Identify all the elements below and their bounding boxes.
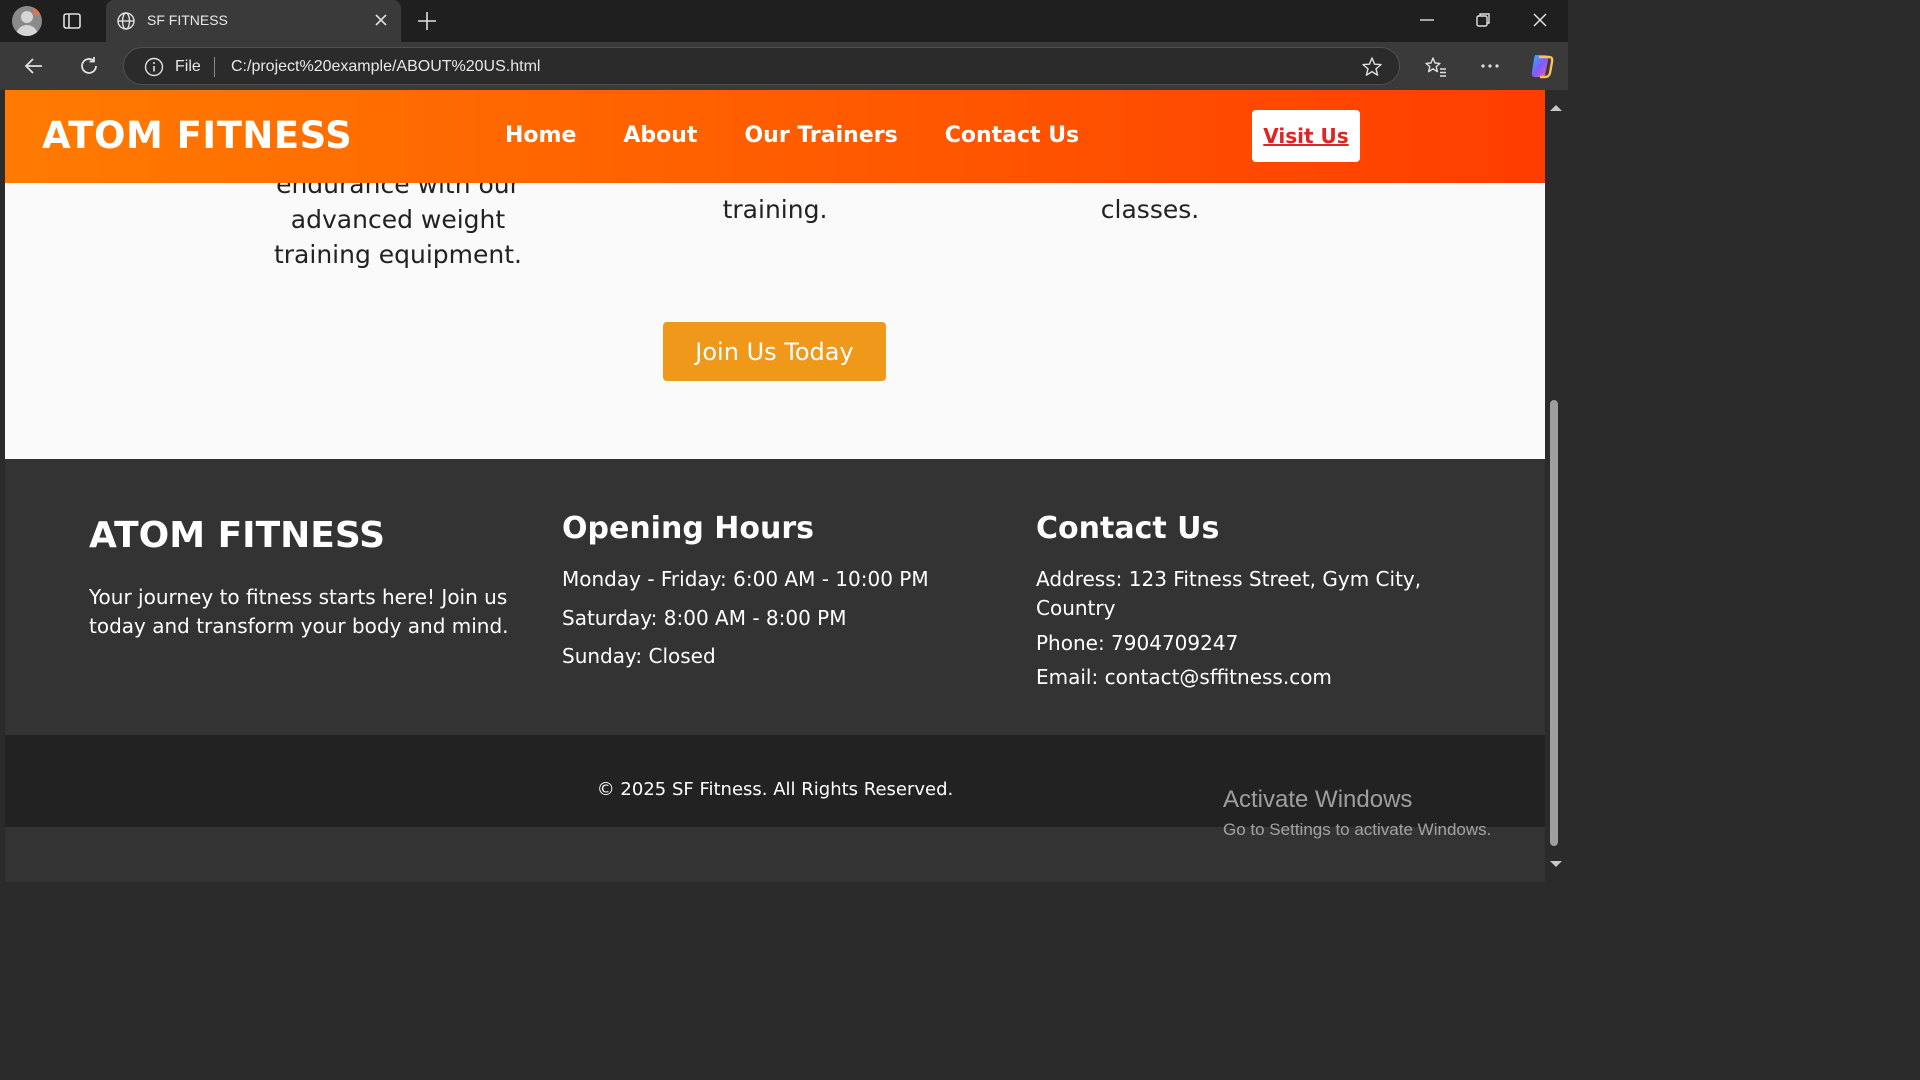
contact-phone: Phone: 7904709247	[1036, 631, 1239, 655]
opening-hours-title: Opening Hours	[562, 511, 814, 546]
address-separator	[214, 57, 215, 77]
restore-icon[interactable]	[1474, 11, 1492, 33]
address-bar[interactable]: File C:/project%20example/ABOUT%20US.htm…	[123, 47, 1400, 85]
join-us-button[interactable]: Join Us Today	[663, 322, 886, 381]
minimize-icon[interactable]	[1418, 11, 1436, 33]
site-logo[interactable]: ATOM FITNESS	[42, 114, 352, 157]
scroll-down-arrow-icon[interactable]	[1549, 854, 1563, 873]
close-icon[interactable]	[373, 12, 389, 32]
activate-windows-watermark: Activate Windows Go to Settings to activ…	[1223, 786, 1491, 840]
info-icon[interactable]	[144, 57, 164, 81]
contact-us-title: Contact Us	[1036, 511, 1220, 546]
star-icon[interactable]	[1361, 56, 1383, 82]
feature-description-training: training.	[675, 192, 875, 227]
feature-description-classes: classes.	[1050, 192, 1250, 227]
reload-icon[interactable]	[77, 54, 101, 82]
favorites-icon[interactable]	[1424, 55, 1448, 83]
nav-link-home[interactable]: Home	[505, 123, 576, 148]
watermark-subtitle: Go to Settings to activate Windows.	[1223, 820, 1492, 839]
nav-link-contact-us[interactable]: Contact Us	[945, 123, 1079, 148]
tab-title: SF FITNESS	[147, 12, 228, 28]
hours-saturday: Saturday: 8:00 AM - 8:00 PM	[562, 606, 847, 630]
more-icon[interactable]	[1479, 55, 1501, 81]
site-footer: ATOM FITNESS Your journey to fitness sta…	[5, 459, 1545, 735]
site-header: ATOM FITNESS Home About Our Trainers Con…	[5, 90, 1545, 183]
tab-actions-icon[interactable]	[62, 11, 82, 31]
scrollbar-thumb[interactable]	[1550, 400, 1558, 846]
scroll-up-arrow-icon[interactable]	[1549, 98, 1563, 117]
feature-line: training.	[722, 195, 828, 224]
hours-weekdays: Monday - Friday: 6:00 AM - 10:00 PM	[562, 567, 929, 591]
feature-line: training equipment.	[273, 240, 523, 269]
globe-icon	[116, 11, 136, 35]
address-url[interactable]: C:/project%20example/ABOUT%20US.html	[231, 58, 540, 76]
footer-tagline: Your journey to fitness starts here! Joi…	[89, 585, 509, 638]
contact-address: Address: 123 Fitness Street, Gym City, C…	[1036, 567, 1422, 620]
address-scheme-label: File	[175, 58, 201, 75]
feature-line: advanced weight	[290, 205, 506, 234]
tab-strip: SF FITNESS	[0, 0, 1568, 42]
copilot-icon[interactable]	[1527, 53, 1555, 79]
main-nav: Home About Our Trainers Contact Us	[505, 123, 1126, 148]
plus-icon[interactable]	[415, 9, 439, 37]
contact-email: Email: contact@sffitness.com	[1036, 665, 1332, 689]
visit-us-button[interactable]: Visit Us	[1252, 110, 1360, 162]
close-icon[interactable]	[1531, 11, 1549, 33]
back-arrow-icon[interactable]	[22, 54, 46, 82]
feature-line: classes.	[1100, 195, 1200, 224]
browser-tab[interactable]: SF FITNESS	[106, 0, 401, 42]
hours-sunday: Sunday: Closed	[562, 644, 716, 668]
footer-brand: ATOM FITNESS	[89, 515, 386, 556]
page-viewport: ATOM FITNESS Home About Our Trainers Con…	[5, 90, 1545, 882]
browser-toolbar: File C:/project%20example/ABOUT%20US.htm…	[0, 42, 1568, 90]
watermark-title: Activate Windows	[1223, 786, 1413, 813]
nav-link-our-trainers[interactable]: Our Trainers	[744, 123, 897, 148]
profile-avatar[interactable]	[12, 6, 42, 36]
page-scrollbar[interactable]	[1545, 90, 1568, 882]
nav-link-about[interactable]: About	[623, 123, 697, 148]
